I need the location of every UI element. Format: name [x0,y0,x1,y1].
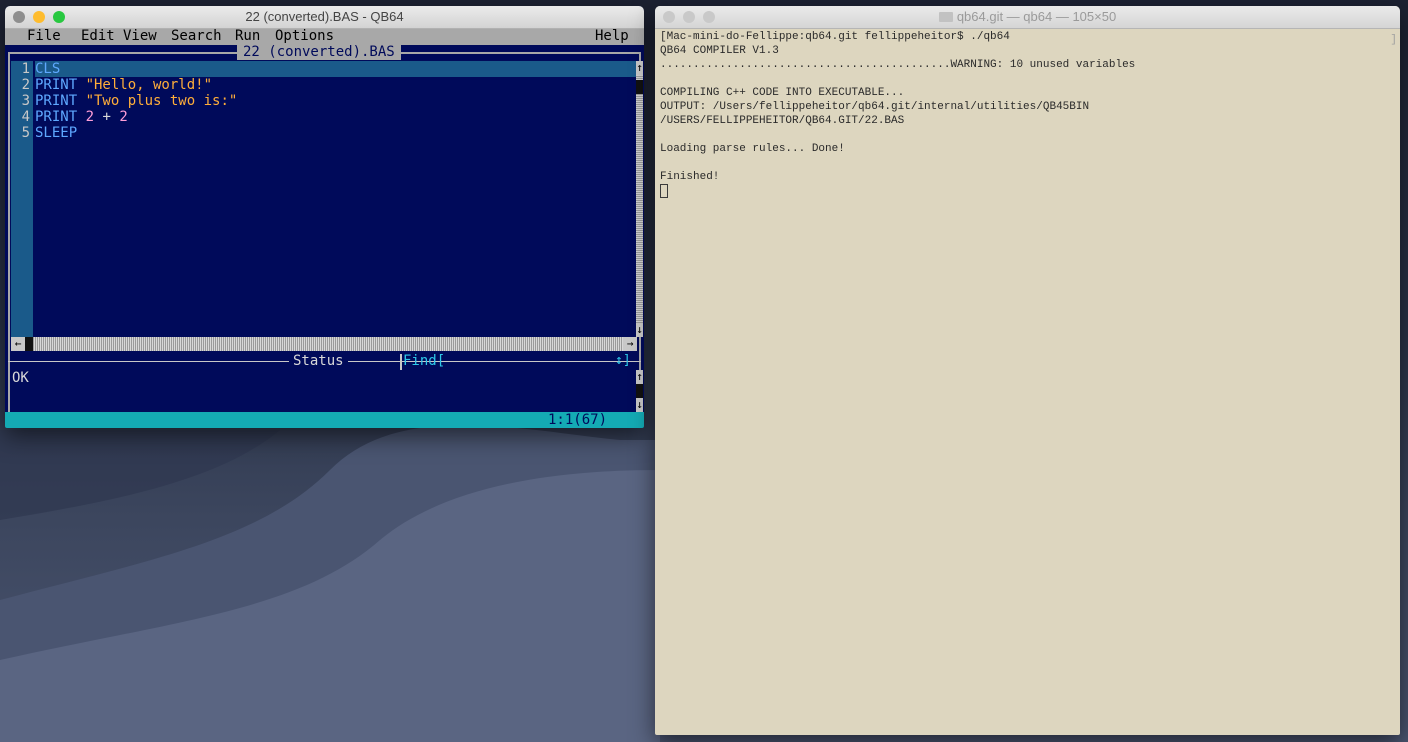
status-scroll-down-icon[interactable]: ↓ [636,398,643,412]
line-number: 5 [21,125,30,141]
qb64-window[interactable]: 22 (converted).BAS - QB64 File Edit View… [5,6,644,428]
code-line[interactable]: SLEEP [35,125,636,141]
text-cursor-icon [660,184,668,198]
code-line[interactable]: PRINT "Hello, world!" [35,77,636,93]
code-token: "Two plus two is:" [85,93,238,109]
menu-run[interactable]: Run [235,28,260,44]
line-number: 1 [21,61,30,77]
scroll-up-arrow-icon[interactable]: ↑ [636,61,643,75]
code-token: SLEEP [35,125,78,141]
menu-options[interactable]: Options [275,28,334,44]
code-token: 2 [85,109,95,125]
code-token: PRINT [35,109,86,125]
code-token: + [94,109,120,125]
terminal-line: [Mac-mini-do-Fellippe:qb64.git fellippeh… [660,31,1010,43]
status-bar: 1:1(67) [5,412,644,428]
terminal-line: QB64 COMPILER V1.3 [660,45,779,57]
status-title: Status [289,353,348,369]
find-label[interactable]: Find[ [403,353,445,369]
qb64-titlebar[interactable]: 22 (converted).BAS - QB64 [5,6,644,29]
terminal-window[interactable]: qb64.git — qb64 — 105×50 ] [Mac-mini-do-… [655,6,1400,735]
code-token: "Hello, world!" [85,77,213,93]
menu-bar: File Edit View Search Run Options Help [5,28,644,45]
menu-help[interactable]: Help [595,28,629,44]
terminal-line: /USERS/FELLIPPEHEITOR/QB64.GIT/22.BAS [660,115,905,127]
terminal-line: OUTPUT: /Users/fellippeheitor/qb64.git/i… [660,101,1090,113]
hscroll-thumb[interactable] [25,337,33,351]
scroll-left-arrow-icon[interactable]: ← [11,337,25,351]
status-pane: Status Find[ ↕] OK ↑ ↓ [5,352,644,414]
code-token: PRINT [35,93,86,109]
terminal-title: qb64.git — qb64 — 105×50 [655,9,1400,24]
file-tab[interactable]: 22 (converted).BAS [237,44,401,60]
editor-pane: 22 (converted).BAS 1 2 3 4 5 CLS PRINT "H… [5,44,644,417]
code-token: 2 [119,109,128,125]
menu-search[interactable]: Search [171,28,222,44]
terminal-line: COMPILING C++ CODE INTO EXECUTABLE... [660,87,905,99]
line-number: 3 [21,93,30,109]
folder-icon [938,12,953,22]
terminal-title-text: qb64.git — qb64 — 105×50 [956,9,1117,24]
menu-file[interactable]: File [27,28,61,44]
code-editor[interactable]: CLS PRINT "Hello, world!" PRINT "Two plus … [35,61,636,337]
scroll-right-arrow-icon[interactable]: → [623,337,637,351]
status-scroll-up-icon[interactable]: ↑ [636,370,643,384]
menu-view[interactable]: View [123,28,157,44]
find-divider [400,354,402,370]
menu-edit[interactable]: Edit [81,28,115,44]
window-title: 22 (converted).BAS - QB64 [245,9,404,24]
line-number: 4 [21,109,30,125]
scroll-thumb[interactable] [636,80,643,94]
find-options-icon[interactable]: ↕] [615,353,631,368]
code-token: CLS [35,61,61,77]
scroll-down-arrow-icon[interactable]: ↓ [636,323,643,337]
status-scroll-thumb[interactable] [636,384,643,398]
code-line[interactable]: CLS [35,61,636,77]
horizontal-scrollbar[interactable] [11,337,637,351]
code-line[interactable]: PRINT 2 + 2 [35,109,636,125]
code-token: PRINT [35,77,86,93]
terminal-cursor-line [660,184,1395,198]
terminal-output[interactable]: [Mac-mini-do-Fellippe:qb64.git fellippeh… [660,30,1395,198]
cursor-position: 1:1(67) [548,412,608,428]
terminal-line: ........................................… [660,59,1136,71]
vertical-scrollbar[interactable] [636,61,643,337]
terminal-titlebar[interactable]: qb64.git — qb64 — 105×50 [655,6,1400,29]
line-number: 2 [21,77,30,93]
terminal-line: Finished! [660,171,720,183]
status-message: OK [12,370,29,386]
code-line[interactable]: PRINT "Two plus two is:" [35,93,636,109]
line-number-gutter: 1 2 3 4 5 [11,61,33,337]
terminal-line: Loading parse rules... Done! [660,143,845,155]
